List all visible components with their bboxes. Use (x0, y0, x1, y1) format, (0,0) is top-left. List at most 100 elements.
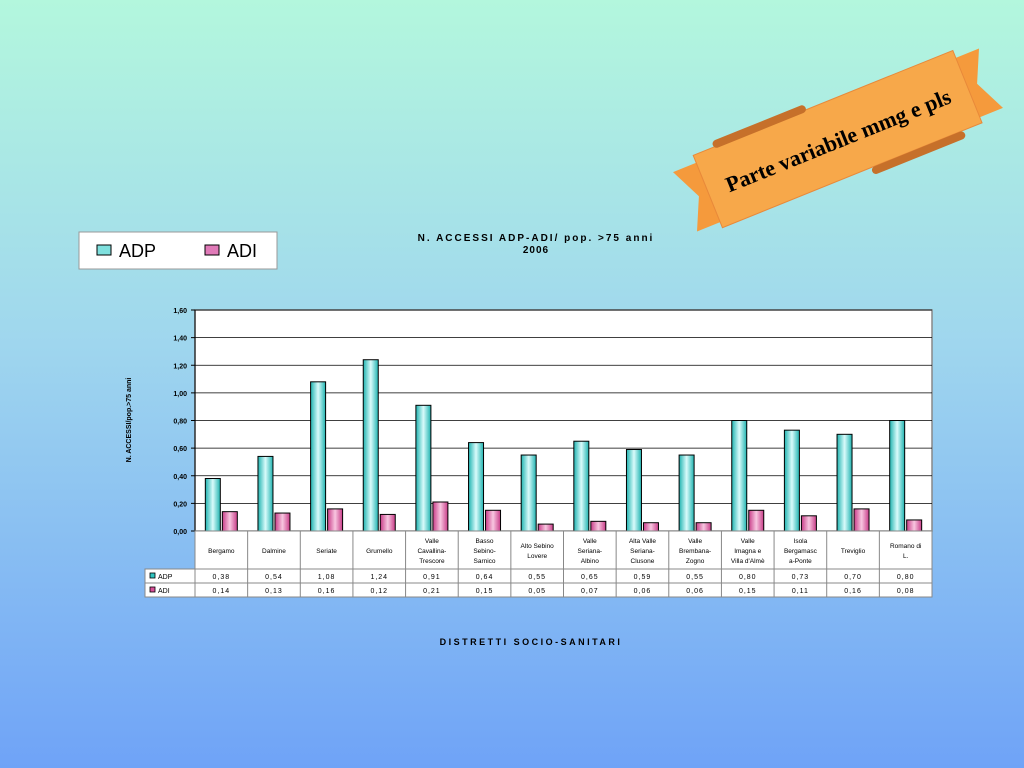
category-label: Seriana- (578, 548, 603, 555)
table-value: 0,15 (476, 588, 494, 595)
category-label: Romano di (890, 543, 921, 550)
bar-adi (748, 509, 765, 532)
chart-subtitle: 2006 (523, 245, 549, 256)
y-tick-label: 1,60 (173, 308, 187, 315)
bar-adi (906, 519, 923, 532)
bar-adi (537, 523, 554, 532)
bar-adp (731, 420, 748, 532)
bar-adi (379, 513, 396, 532)
category-label: Zogno (686, 558, 705, 565)
bar-adp (204, 478, 221, 532)
category-label: Basso (475, 538, 493, 545)
category-label: L. (903, 553, 909, 560)
chart-title: N. ACCESSI ADP-ADI/ pop. >75 anni (418, 233, 655, 244)
table-value: 0,73 (792, 574, 810, 581)
y-tick-label: 0,80 (173, 419, 187, 426)
table-value: 0,14 (213, 588, 231, 595)
bar-adi (485, 509, 502, 532)
category-label: Seriate (316, 548, 337, 555)
table-value: 1,08 (318, 574, 336, 581)
category-label: Treviglio (841, 548, 866, 555)
category-label: Valle (583, 538, 597, 545)
table-series-swatch (149, 586, 156, 593)
bar-adp (889, 420, 906, 532)
bar-adi (695, 522, 712, 532)
bar-adi (221, 511, 238, 532)
table-value: 0,80 (897, 574, 915, 581)
category-label: Alto Sebino (521, 543, 555, 550)
category-label: Sarnico (474, 558, 496, 565)
bar-adi (853, 508, 870, 532)
category-label: Villa d'Almè (731, 558, 765, 565)
table-series-swatch (149, 572, 156, 579)
bar-adp (836, 433, 853, 532)
bar-adi (642, 522, 659, 532)
category-label: Bergamasc (784, 548, 818, 555)
category-label: Imagna e (734, 548, 761, 555)
category-label: Isola (794, 538, 808, 545)
bar-adp (362, 359, 379, 532)
banner: Parte variabile mmg e pls (673, 48, 1003, 232)
table-value: 0,13 (265, 588, 283, 595)
table-value: 0,11 (792, 588, 809, 595)
bar-adp (783, 429, 800, 532)
category-label: Trescore (419, 558, 445, 565)
bar-adp (520, 454, 537, 532)
y-tick-label: 1,20 (173, 363, 187, 370)
data-table: Bergamo Dalmine Seriate Grumello Valle Cavall… (144, 530, 933, 598)
chart: Parte variabile mmg e pls ADP ADI N. ACC… (78, 48, 1003, 647)
table-value: 0,55 (528, 574, 546, 581)
table-value: 1,24 (370, 574, 388, 581)
table-value: 0,15 (739, 588, 757, 595)
legend-adi-label: ADI (227, 241, 257, 261)
legend-adp-label: ADP (119, 241, 156, 261)
table-value: 0,06 (634, 588, 652, 595)
category-label: Alta Valle (629, 538, 656, 545)
y-tick-label: 1,40 (173, 336, 187, 343)
table-value: 0,54 (265, 574, 283, 581)
bar-adi (590, 520, 607, 532)
y-tick-label: 0,40 (173, 474, 187, 481)
bar-adp (573, 440, 590, 532)
category-label: Grumello (366, 548, 393, 555)
table-series-name: ADP (158, 574, 173, 581)
table-value: 0,21 (423, 588, 441, 595)
table-value: 0,06 (686, 588, 704, 595)
category-label: Clusone (631, 558, 655, 565)
y-tick-label: 0,00 (173, 529, 187, 536)
table-value: 0,59 (634, 574, 652, 581)
table-value: 0,12 (370, 588, 388, 595)
table-value: 0,65 (581, 574, 599, 581)
bar-adp (678, 454, 695, 532)
bar-adi (800, 515, 817, 532)
category-label: Valle (688, 538, 702, 545)
table-value: 0,08 (897, 588, 915, 595)
category-label: Albino (581, 558, 599, 565)
table-value: 0,05 (528, 588, 546, 595)
legend-adp-swatch (96, 244, 112, 256)
category-label: Sebino- (473, 548, 495, 555)
table-value: 0,80 (739, 574, 757, 581)
category-label: Lovere (527, 553, 547, 560)
table-value: 0,16 (318, 588, 336, 595)
bar-adp (625, 449, 642, 532)
y-axis-label: N. ACCESSI/pop.>75 anni (126, 378, 133, 463)
table-value: 0,38 (213, 574, 231, 581)
bar-adi (274, 512, 291, 532)
x-axis-label: DISTRETTI SOCIO-SANITARI (440, 637, 623, 647)
category-label: Cavallina- (417, 548, 446, 555)
table-value: 0,16 (844, 588, 862, 595)
bar-adi (327, 508, 344, 532)
category-label: Seriana- (630, 548, 655, 555)
table-series-name: ADI (158, 588, 170, 595)
y-tick-label: 0,20 (173, 501, 187, 508)
table-value: 0,70 (844, 574, 862, 581)
category-label: Brembana- (679, 548, 711, 555)
y-tick-label: 0,60 (173, 446, 187, 453)
category-label: Valle (741, 538, 755, 545)
legend: ADP ADI (78, 231, 278, 270)
bar-adp (468, 442, 485, 532)
bar-adp (415, 404, 432, 532)
y-tick-label: 1,00 (173, 391, 187, 398)
legend-adi-swatch (204, 244, 220, 256)
